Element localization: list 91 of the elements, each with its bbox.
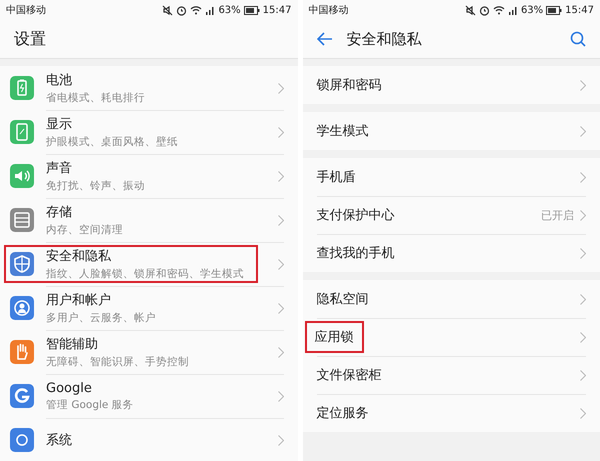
item-subtitle: 护眼模式、桌面风格、壁纸	[46, 135, 179, 149]
item-title: 手机盾	[316, 169, 356, 186]
battery-icon	[244, 6, 260, 14]
hand-icon	[10, 340, 34, 364]
item-title: 系统	[46, 432, 73, 449]
item-title: 查找我的手机	[316, 245, 396, 262]
settings-item[interactable]: Google 管理 Google 服务	[0, 374, 298, 418]
item-title: 用户和帐户	[46, 292, 112, 309]
chevron-icon	[278, 302, 284, 314]
item-title: 应用锁	[314, 329, 354, 346]
battery-percent: 63%	[520, 4, 544, 16]
item-title: 支付保护中心	[316, 207, 396, 224]
clock-time: 15:47	[262, 4, 292, 16]
item-title: 文件保密柜	[316, 367, 382, 384]
settings-item[interactable]: 查找我的手机	[302, 234, 600, 272]
chevron-icon	[580, 408, 586, 418]
back-arrow-icon[interactable]	[316, 32, 332, 46]
chevron-icon	[580, 80, 586, 90]
chevron-icon	[278, 82, 284, 94]
chevron-icon	[580, 370, 586, 380]
chevron-icon	[278, 214, 284, 226]
mute-icon	[162, 4, 174, 16]
chevron-icon	[278, 170, 284, 182]
settings-item[interactable]: 学生模式	[302, 112, 600, 150]
item-title: 安全和隐私	[46, 248, 112, 265]
settings-item[interactable]: 存储 内存、空间清理	[0, 198, 298, 242]
settings-item[interactable]: 支付保护中心 已开启	[302, 196, 600, 234]
settings-item[interactable]: 锁屏和密码	[302, 66, 600, 104]
chevron-icon	[580, 248, 586, 258]
item-title: 显示	[46, 116, 73, 133]
chevron-icon	[278, 434, 284, 446]
chevron-icon	[278, 390, 284, 402]
wifi-icon	[190, 5, 202, 15]
carrier-name: 中国移动	[6, 4, 46, 17]
item-title: Google	[46, 380, 93, 396]
page-title: 设置	[14, 28, 47, 50]
item-subtitle: 省电模式、耗电排行	[46, 91, 146, 105]
chevron-icon	[580, 126, 586, 136]
item-title: 存储	[46, 204, 73, 221]
chevron-icon	[278, 126, 284, 138]
search-icon[interactable]	[570, 31, 586, 47]
chevron-icon	[278, 346, 284, 358]
chevron-icon	[278, 258, 284, 270]
item-subtitle: 无障碍、智能识屏、手势控制	[46, 355, 190, 369]
settings-item[interactable]: 隐私空间	[302, 280, 600, 318]
settings-item[interactable]: 手机盾	[302, 158, 600, 196]
settings-item[interactable]: 应用锁	[302, 318, 600, 356]
signal-icon	[205, 5, 216, 15]
item-subtitle: 管理 Google 服务	[46, 398, 135, 412]
settings-item[interactable]: 安全和隐私 指纹、人脸解锁、锁屏和密码、学生模式	[0, 242, 298, 286]
chevron-icon	[580, 294, 586, 304]
settings-item[interactable]: 用户和帐户 多用户、云服务、帐户	[0, 286, 298, 330]
sound-icon	[10, 164, 34, 188]
page-title: 安全和隐私	[346, 30, 422, 48]
chevron-icon	[580, 210, 586, 220]
alarm-icon	[478, 4, 490, 16]
display-icon	[10, 120, 34, 144]
chevron-icon	[580, 332, 586, 342]
item-subtitle: 内存、空间清理	[46, 223, 124, 237]
chevron-icon	[580, 172, 586, 182]
item-title: 隐私空间	[316, 291, 370, 308]
item-title: 锁屏和密码	[316, 77, 382, 94]
item-title: 定位服务	[316, 405, 370, 422]
item-title: 学生模式	[316, 123, 370, 140]
item-subtitle: 免打扰、铃声、振动	[46, 179, 146, 193]
battery-icon	[546, 6, 562, 14]
settings-item[interactable]: 显示 护眼模式、桌面风格、壁纸	[0, 110, 298, 154]
settings-item[interactable]: 电池 省电模式、耗电排行	[0, 66, 298, 110]
shield-icon	[10, 252, 34, 276]
settings-item[interactable]: 声音 免打扰、铃声、振动	[0, 154, 298, 198]
signal-icon	[508, 5, 518, 15]
google-icon	[10, 384, 34, 408]
carrier-name: 中国移动	[308, 4, 348, 17]
settings-item[interactable]: 定位服务	[302, 394, 600, 432]
user-icon	[10, 296, 34, 320]
item-title: 智能辅助	[46, 336, 99, 353]
clock-time: 15:47	[565, 4, 594, 16]
item-title: 电池	[46, 72, 73, 89]
item-value: 已开启	[541, 208, 574, 222]
settings-item[interactable]: 智能辅助 无障碍、智能识屏、手势控制	[0, 330, 298, 374]
wifi-icon	[492, 5, 505, 15]
item-subtitle: 多用户、云服务、帐户	[46, 311, 157, 325]
settings-item[interactable]: 系统	[0, 418, 298, 461]
settings-item[interactable]: 文件保密柜	[302, 356, 600, 394]
battery-percent: 63%	[218, 4, 241, 16]
battery-icon	[10, 76, 34, 100]
item-title: 声音	[46, 160, 73, 177]
mute-icon	[464, 4, 476, 16]
storage-icon	[10, 208, 34, 232]
item-subtitle: 指纹、人脸解锁、锁屏和密码、学生模式	[46, 267, 245, 281]
alarm-icon	[176, 4, 188, 16]
